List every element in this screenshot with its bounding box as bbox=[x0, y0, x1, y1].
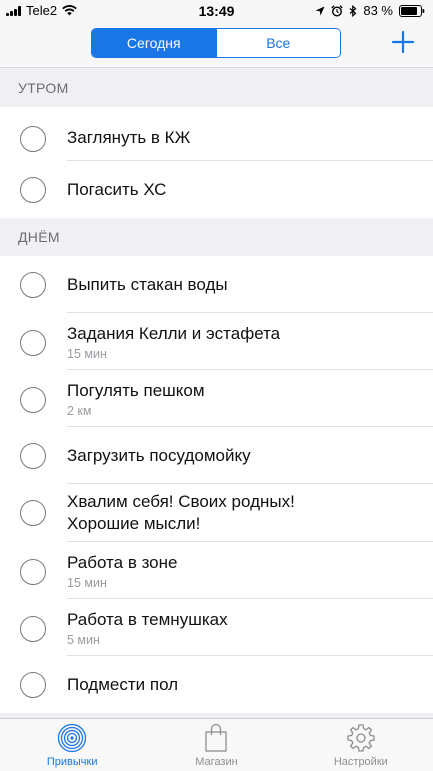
checkbox-circle[interactable] bbox=[20, 271, 46, 298]
checkbox-circle[interactable] bbox=[20, 176, 46, 203]
bluetooth-icon bbox=[349, 4, 357, 17]
item-text: Задания Келли и эстафета 15 мин bbox=[67, 323, 423, 361]
list-item[interactable]: Задания Келли и эстафета 15 мин bbox=[0, 313, 433, 370]
item-text: Выпить стакан воды bbox=[67, 274, 423, 296]
battery-percent: 83 % bbox=[363, 3, 393, 18]
tab-label: Настройки bbox=[333, 756, 388, 768]
list-item[interactable]: Работа в зоне 15 мин bbox=[0, 542, 433, 599]
checkbox-circle[interactable] bbox=[20, 386, 46, 413]
item-text: Подмести пол bbox=[67, 674, 423, 696]
item-text: Работа в темнушках 5 мин bbox=[67, 609, 423, 647]
shopping-bag-icon bbox=[205, 723, 228, 752]
item-title: Подмести пол bbox=[67, 674, 179, 694]
item-subtitle: 5 мин bbox=[67, 632, 100, 647]
gear-icon bbox=[347, 724, 375, 752]
segment-all[interactable]: Все bbox=[215, 29, 340, 57]
checkbox-circle[interactable] bbox=[20, 500, 46, 526]
item-text: Хвалим себя! Своих родных! Хорошие мысли… bbox=[67, 491, 423, 535]
tab-settings[interactable]: Настройки bbox=[289, 719, 433, 771]
add-button[interactable] bbox=[391, 30, 415, 54]
item-title: Загрузить посудомойку bbox=[67, 445, 251, 465]
list-item[interactable]: Выпить стакан воды bbox=[0, 256, 433, 313]
checkbox-circle[interactable] bbox=[20, 558, 46, 585]
item-title: Работа в темнушках bbox=[67, 609, 228, 629]
checkbox-circle[interactable] bbox=[20, 671, 46, 698]
target-icon bbox=[58, 723, 87, 753]
plus-icon bbox=[391, 30, 415, 54]
item-subtitle: 15 мин bbox=[67, 346, 107, 361]
tab-label: Привычки bbox=[46, 756, 98, 768]
nav-bar: Сегодня Все bbox=[0, 22, 433, 68]
checkbox-circle[interactable] bbox=[20, 615, 46, 642]
item-text: Погулять пешком 2 км bbox=[67, 380, 423, 418]
item-text: Погасить ХС bbox=[67, 179, 423, 201]
location-arrow-icon bbox=[315, 6, 325, 15]
list-item[interactable]: Подмести пол bbox=[0, 656, 433, 713]
habit-list: УТРОМ Заглянуть в КЖ Погасить ХС ДНЁМ Вы… bbox=[0, 68, 433, 718]
item-title: Выпить стакан воды bbox=[67, 274, 228, 294]
tab-shop[interactable]: Магазин bbox=[144, 719, 288, 771]
checkbox-circle[interactable] bbox=[20, 442, 46, 469]
item-title: Задания Келли и эстафета bbox=[67, 323, 281, 343]
section-header-morning: УТРОМ bbox=[0, 68, 433, 107]
segmented-control: Сегодня Все bbox=[91, 28, 341, 58]
item-subtitle: 2 км bbox=[67, 403, 92, 418]
list-spacer bbox=[0, 107, 433, 115]
item-title: Погулять пешком bbox=[67, 380, 205, 400]
section-header-afternoon: ДНЁМ bbox=[0, 218, 433, 256]
checkbox-circle[interactable] bbox=[20, 329, 46, 356]
battery-icon bbox=[399, 4, 425, 17]
checkbox-circle[interactable] bbox=[20, 126, 46, 152]
status-bar: Tele2 13:49 83 % bbox=[0, 0, 433, 22]
alarm-icon bbox=[331, 4, 344, 17]
item-title: Погасить ХС bbox=[67, 179, 167, 199]
tab-habits[interactable]: Привычки bbox=[0, 719, 144, 771]
status-right: 83 % bbox=[315, 3, 425, 18]
item-subtitle: 15 мин bbox=[67, 575, 107, 590]
list-item[interactable]: Погасить ХС bbox=[0, 161, 433, 218]
list-item[interactable]: Заглянуть в КЖ bbox=[0, 115, 433, 161]
item-title: Хвалим себя! Своих родных! Хорошие мысли… bbox=[67, 492, 295, 533]
item-title: Работа в зоне bbox=[67, 552, 178, 572]
list-item[interactable]: Хвалим себя! Своих родных! Хорошие мысли… bbox=[0, 484, 433, 542]
list-item[interactable]: Загрузить посудомойку bbox=[0, 427, 433, 484]
item-title: Заглянуть в КЖ bbox=[67, 128, 191, 147]
item-text: Загрузить посудомойку bbox=[67, 445, 423, 467]
tab-bar: Привычки Магазин Настройки bbox=[0, 718, 433, 771]
list-item[interactable]: Погулять пешком 2 км bbox=[0, 370, 433, 427]
item-text: Работа в зоне 15 мин bbox=[67, 552, 423, 590]
segment-today[interactable]: Сегодня bbox=[92, 29, 216, 57]
tab-label: Магазин bbox=[195, 756, 238, 768]
item-text: Заглянуть в КЖ bbox=[67, 127, 423, 149]
list-item[interactable]: Работа в темнушках 5 мин bbox=[0, 599, 433, 656]
